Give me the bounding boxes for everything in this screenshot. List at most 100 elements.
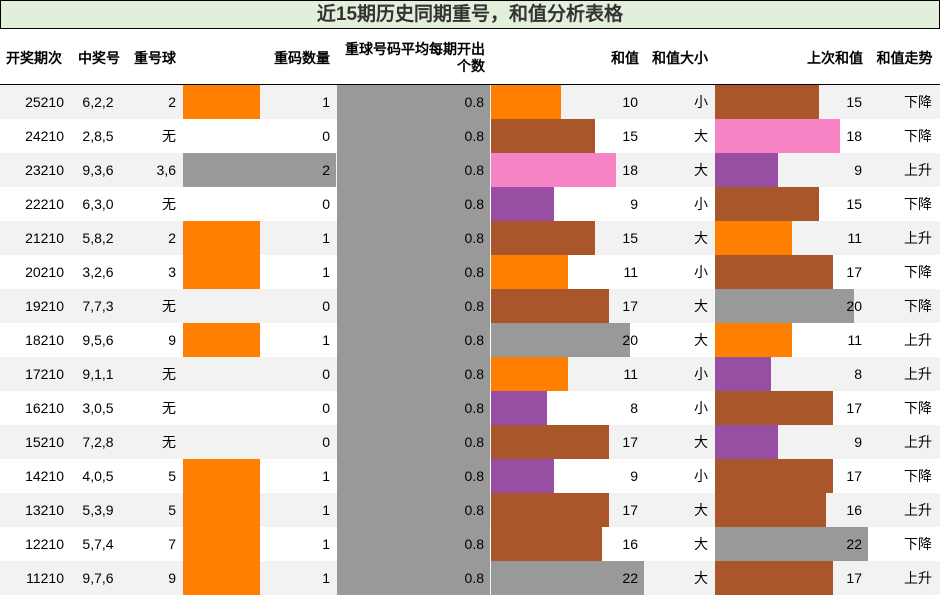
- trend-cell: 上升: [904, 366, 932, 382]
- sum-size-cell: 大: [694, 332, 708, 348]
- trend-cell: 上升: [904, 162, 932, 178]
- table-row: 20210 3,2,6 3 1 0.8 11 小 17 下降: [0, 255, 940, 289]
- repeat-ball-cell: 无: [162, 298, 176, 314]
- prev-sum-cell: 17: [846, 400, 862, 416]
- sum-size-cell: 大: [694, 536, 708, 552]
- sum-cell: 15: [622, 128, 638, 144]
- header-sum-size: 和值大小: [652, 49, 708, 66]
- repeat-count-cell: 0: [322, 434, 330, 450]
- period-cell: 20210: [25, 264, 64, 280]
- header-trend: 和值走势: [876, 49, 933, 66]
- numbers-cell: 5,7,4: [82, 536, 114, 552]
- period-cell: 13210: [25, 502, 64, 518]
- repeat-count-cell: 1: [322, 536, 330, 552]
- prev-sum-cell: 15: [846, 94, 862, 110]
- numbers-cell: 5,3,9: [82, 502, 114, 518]
- trend-cell: 下降: [904, 196, 932, 212]
- header-numbers: 中奖号: [78, 49, 120, 66]
- sum-size-cell: 小: [694, 196, 708, 212]
- header-prev-sum: 上次和值: [807, 49, 863, 66]
- sum-cell: 17: [622, 434, 638, 450]
- prev-sum-cell: 9: [854, 162, 862, 178]
- repeat-ball-cell: 无: [162, 366, 176, 382]
- period-cell: 15210: [25, 434, 64, 450]
- sum-size-cell: 大: [694, 298, 708, 314]
- repeat-count-cell: 1: [322, 264, 330, 280]
- table-row: 19210 7,7,3 无 0 0.8 17 大 20 下降: [0, 289, 940, 323]
- repeat-ball-cell: 无: [162, 196, 176, 212]
- sum-cell: 16: [622, 536, 638, 552]
- trend-cell: 上升: [904, 570, 932, 586]
- period-cell: 12210: [25, 536, 64, 552]
- table-row: 21210 5,8,2 2 1 0.8 15 大 11 上升: [0, 221, 940, 255]
- sum-size-cell: 小: [694, 400, 708, 416]
- prev-sum-cell: 8: [854, 366, 862, 382]
- repeat-count-cell: 1: [322, 502, 330, 518]
- table-row: 22210 6,3,0 无 0 0.8 9 小 15 下降: [0, 187, 940, 221]
- repeat-count-cell: 1: [322, 332, 330, 348]
- avg-repeat-cell: 0.8: [464, 570, 484, 586]
- repeat-ball-cell: 3: [168, 264, 176, 280]
- table-row: 18210 9,5,6 9 1 0.8 20 大 11 上升: [0, 323, 940, 357]
- period-cell: 25210: [25, 94, 64, 110]
- repeat-ball-cell: 5: [168, 502, 176, 518]
- sum-cell: 17: [622, 298, 638, 314]
- repeat-ball-cell: 2: [168, 230, 176, 246]
- sum-cell: 9: [630, 468, 638, 484]
- prev-sum-cell: 17: [846, 570, 862, 586]
- numbers-cell: 6,2,2: [82, 94, 114, 110]
- repeat-ball-cell: 无: [162, 434, 176, 450]
- table-row: 25210 6,2,2 2 1 0.8 10 小 15 下降: [0, 85, 940, 119]
- period-cell: 14210: [25, 468, 64, 484]
- header-period: 开奖期次: [6, 49, 62, 66]
- period-cell: 11210: [26, 570, 64, 586]
- sum-cell: 9: [630, 196, 638, 212]
- period-cell: 23210: [25, 162, 64, 178]
- repeat-count-cell: 1: [322, 230, 330, 246]
- trend-cell: 下降: [904, 468, 932, 484]
- sum-cell: 18: [622, 162, 638, 178]
- avg-repeat-cell: 0.8: [464, 536, 484, 552]
- avg-repeat-cell: 0.8: [464, 94, 484, 110]
- period-cell: 17210: [25, 366, 64, 382]
- repeat-ball-cell: 5: [168, 468, 176, 484]
- sum-cell: 11: [623, 264, 638, 280]
- table-row: 12210 5,7,4 7 1 0.8 16 大 22 下降: [0, 527, 940, 561]
- repeat-ball-cell: 3,6: [156, 162, 176, 178]
- table-row: 16210 3,0,5 无 0 0.8 8 小 17 下降: [0, 391, 940, 425]
- header-repeat-count: 重码数量: [274, 49, 330, 66]
- prev-sum-cell: 22: [846, 536, 862, 552]
- sum-size-cell: 小: [694, 468, 708, 484]
- header-avg-repeat: 重球号码平均每期开出个数: [345, 41, 485, 74]
- prev-sum-cell: 11: [847, 230, 862, 246]
- prev-sum-cell: 20: [846, 298, 862, 314]
- avg-repeat-cell: 0.8: [464, 230, 484, 246]
- prev-sum-cell: 17: [846, 468, 862, 484]
- period-cell: 24210: [25, 128, 64, 144]
- sum-cell: 11: [623, 366, 638, 382]
- trend-cell: 下降: [904, 94, 932, 110]
- repeat-ball-cell: 无: [162, 128, 176, 144]
- repeat-ball-cell: 7: [168, 536, 176, 552]
- prev-sum-cell: 9: [854, 434, 862, 450]
- sum-size-cell: 大: [694, 162, 708, 178]
- prev-sum-cell: 11: [847, 332, 862, 348]
- repeat-count-cell: 0: [322, 298, 330, 314]
- repeat-ball-cell: 9: [168, 570, 176, 586]
- period-cell: 21210: [25, 230, 64, 246]
- numbers-cell: 2,8,5: [82, 128, 114, 144]
- sum-size-cell: 大: [694, 502, 708, 518]
- table-row: 11210 9,7,6 9 1 0.8 22 大 17 上升: [0, 561, 940, 595]
- avg-repeat-cell: 0.8: [464, 502, 484, 518]
- avg-repeat-cell: 0.8: [464, 162, 484, 178]
- avg-repeat-cell: 0.8: [464, 298, 484, 314]
- avg-repeat-cell: 0.8: [464, 366, 484, 382]
- repeat-count-cell: 0: [322, 196, 330, 212]
- sum-size-cell: 大: [694, 230, 708, 246]
- sum-cell: 15: [622, 230, 638, 246]
- period-cell: 19210: [25, 298, 64, 314]
- repeat-ball-cell: 2: [168, 94, 176, 110]
- repeat-count-cell: 1: [322, 94, 330, 110]
- trend-cell: 下降: [904, 536, 932, 552]
- table-row: 13210 5,3,9 5 1 0.8 17 大 16 上升: [0, 493, 940, 527]
